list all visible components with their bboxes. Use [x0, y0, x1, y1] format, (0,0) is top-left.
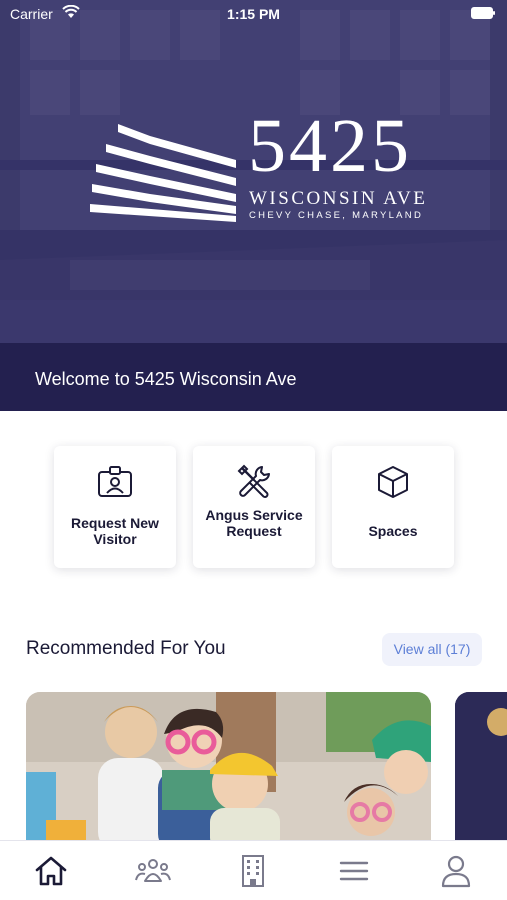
recommended-card[interactable]	[26, 692, 431, 852]
view-all-button[interactable]: View all (17)	[382, 633, 482, 666]
logo-number: 5425	[248, 104, 412, 188]
profile-icon	[441, 855, 471, 888]
recommended-title: Recommended For You	[26, 638, 226, 659]
status-time: 1:15 PM	[227, 6, 280, 22]
recommended-card-next-photo	[455, 692, 507, 852]
spaces-button[interactable]: Spaces	[332, 446, 454, 568]
tab-bar	[0, 840, 507, 900]
request-new-visitor-label: Request New Visitor	[71, 515, 159, 547]
tab-profile[interactable]	[434, 853, 478, 889]
community-icon	[135, 859, 171, 882]
cube-icon	[378, 466, 408, 498]
quick-actions: Request New Visitor Angus Service Reques…	[0, 446, 507, 568]
tab-community[interactable]	[131, 853, 175, 889]
battery-icon	[471, 7, 495, 19]
welcome-banner: Welcome to 5425 Wisconsin Ave	[0, 343, 507, 411]
status-bar: Carrier 1:15 PM	[0, 0, 507, 26]
tab-building[interactable]	[231, 853, 275, 889]
visitor-badge-icon	[98, 466, 132, 497]
tab-menu[interactable]	[332, 853, 376, 889]
logo-street: WISCONSIN AVE	[249, 188, 428, 209]
tab-home[interactable]	[29, 853, 73, 889]
request-new-visitor-button[interactable]: Request New Visitor	[54, 446, 176, 568]
building-logo-icon	[90, 124, 236, 222]
tools-icon	[237, 464, 270, 498]
hero-banner: Carrier 1:15 PM 5425 WISCONSIN AVE CHEVY…	[0, 0, 507, 343]
angus-service-request-button[interactable]: Angus Service Request	[193, 446, 315, 568]
building-icon	[242, 855, 264, 887]
menu-icon	[339, 861, 369, 881]
welcome-text: Welcome to 5425 Wisconsin Ave	[35, 369, 297, 389]
logo-city: CHEVY CHASE, MARYLAND	[249, 210, 424, 221]
angus-service-request-label: Angus Service Request	[205, 507, 303, 539]
recommended-card-photo	[26, 692, 431, 852]
home-icon	[35, 856, 67, 886]
recommended-card-next[interactable]	[455, 692, 507, 852]
spaces-label: Spaces	[368, 523, 418, 539]
